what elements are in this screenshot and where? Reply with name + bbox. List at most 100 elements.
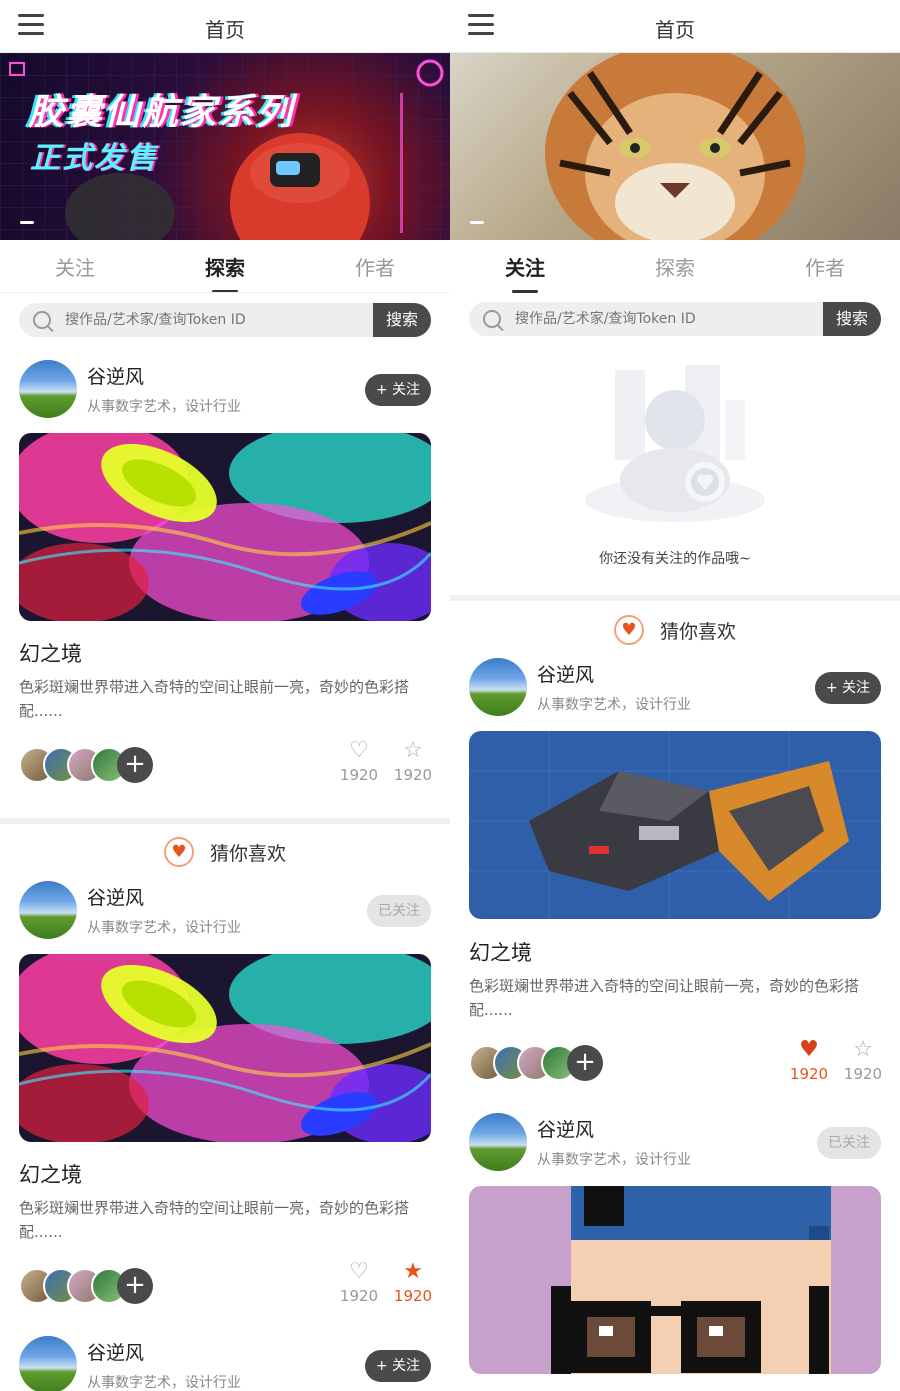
- tab-follow[interactable]: 关注: [450, 252, 600, 281]
- artwork-image[interactable]: [19, 433, 431, 621]
- artwork-image[interactable]: [469, 1186, 881, 1374]
- add-collector-button[interactable]: +: [117, 747, 153, 783]
- author-description: 从事数字艺术，设计行业: [87, 920, 241, 936]
- top-nav: 首页: [450, 0, 900, 53]
- tab-explore[interactable]: 探索: [600, 252, 750, 281]
- tab-bar: 关注 探索 作者: [0, 240, 450, 293]
- artwork-spaceship-image: [469, 731, 881, 919]
- author-name[interactable]: 谷逆风: [87, 362, 144, 389]
- favorite-stat[interactable]: ☆ 1920: [393, 738, 433, 785]
- author-row: 谷逆风 从事数字艺术，设计行业 已关注: [19, 881, 431, 941]
- followed-button[interactable]: 已关注: [367, 895, 431, 927]
- author-description: 从事数字艺术，设计行业: [87, 1375, 241, 1391]
- like-stat[interactable]: ♡ 1920: [339, 1259, 379, 1306]
- tab-authors[interactable]: 作者: [750, 252, 900, 281]
- carousel-indicator[interactable]: [20, 221, 34, 224]
- like-count: 1920: [339, 766, 379, 784]
- banner-carousel[interactable]: 胶囊仙航家系列 正式发售: [0, 53, 450, 240]
- artwork-title[interactable]: 幻之境: [469, 937, 532, 967]
- carousel-indicator[interactable]: [470, 221, 484, 224]
- artwork-description: 色彩斑斓世界带进入奇特的空间让眼前一亮，奇妙的色彩搭配......: [19, 1199, 410, 1241]
- author-row: 谷逆风 从事数字艺术，设计行业 + 关注: [19, 360, 431, 420]
- tab-authors[interactable]: 作者: [300, 252, 450, 281]
- tab-follow[interactable]: 关注: [0, 252, 150, 281]
- search-input[interactable]: [65, 303, 365, 337]
- avatar[interactable]: [19, 360, 77, 418]
- empty-state-text: 你还没有关注的作品哦~: [599, 551, 751, 567]
- like-stat[interactable]: ♡ 1920: [339, 740, 379, 785]
- avatar[interactable]: [19, 881, 77, 939]
- banner-headline: 胶囊仙航家系列: [28, 92, 295, 133]
- guess-you-like-label: 猜你喜欢: [659, 620, 736, 643]
- author-description: 从事数字艺术，设计行业: [537, 697, 691, 713]
- artwork-description: 色彩斑斓世界带进入奇特的空间让眼前一亮，奇妙的色彩搭配......: [19, 678, 410, 720]
- follow-screen: 首页 关注 探索 作者 搜索: [450, 0, 900, 1391]
- banner-subheadline: 正式发售: [30, 141, 158, 176]
- search-button[interactable]: 搜索: [823, 302, 881, 336]
- guess-you-like-header: ♥ 猜你喜欢: [450, 615, 900, 645]
- author-row: 谷逆风 从事数字艺术，设计行业 + 关注: [19, 1336, 431, 1391]
- section-divider: [0, 818, 450, 824]
- heart-outline-icon: ♡: [349, 1259, 369, 1284]
- page-title: 首页: [205, 18, 245, 42]
- heart-icon: ♥: [163, 837, 194, 867]
- author-name[interactable]: 谷逆风: [87, 883, 144, 910]
- artwork-image[interactable]: [19, 954, 431, 1142]
- avatar[interactable]: [469, 658, 527, 716]
- star-outline-icon: ☆: [403, 738, 423, 763]
- follow-button[interactable]: + 关注: [364, 374, 431, 406]
- star-outline-icon: ☆: [853, 1037, 873, 1062]
- avatar[interactable]: [19, 1336, 77, 1391]
- artwork-psychedelic-image: [19, 954, 431, 1142]
- tab-explore[interactable]: 探索: [150, 252, 300, 281]
- tab-bar: 关注 探索 作者: [450, 240, 900, 293]
- like-count: 1920: [789, 1065, 829, 1083]
- author-name[interactable]: 谷逆风: [87, 1338, 144, 1365]
- page-title: 首页: [655, 18, 695, 42]
- like-count: 1920: [339, 1287, 379, 1305]
- collector-avatars: +: [19, 747, 159, 783]
- favorite-stat[interactable]: ★ 1920: [393, 1259, 433, 1306]
- author-name[interactable]: 谷逆风: [537, 1115, 594, 1142]
- heart-icon: ♥: [613, 615, 644, 645]
- author-row: 谷逆风 从事数字艺术，设计行业 + 关注: [469, 658, 881, 718]
- follow-button[interactable]: + 关注: [814, 672, 881, 704]
- collector-avatars: +: [469, 1045, 609, 1081]
- search-icon: [483, 310, 501, 328]
- favorite-count: 1920: [843, 1065, 883, 1083]
- author-description: 从事数字艺术，设计行业: [537, 1152, 691, 1168]
- favorite-count: 1920: [393, 766, 433, 784]
- like-stat[interactable]: ♥ 1920: [789, 1037, 829, 1084]
- guess-you-like-header: ♥ 猜你喜欢: [0, 837, 450, 867]
- search-button[interactable]: 搜索: [373, 303, 431, 337]
- author-name[interactable]: 谷逆风: [537, 660, 594, 687]
- follow-button[interactable]: + 关注: [364, 1350, 431, 1382]
- author-row: 谷逆风 从事数字艺术，设计行业 已关注: [469, 1113, 881, 1173]
- author-description: 从事数字艺术，设计行业: [87, 399, 241, 415]
- artwork-image[interactable]: [469, 731, 881, 919]
- artwork-title[interactable]: 幻之境: [19, 638, 82, 668]
- search-icon: [33, 311, 51, 329]
- search-bar: 搜索: [19, 303, 431, 337]
- tiger-painting-image: [545, 53, 805, 240]
- star-filled-icon: ★: [403, 1259, 423, 1284]
- favorite-stat[interactable]: ☆ 1920: [843, 1037, 883, 1084]
- guess-you-like-label: 猜你喜欢: [209, 842, 286, 865]
- explore-screen: 首页 胶囊仙航家系列 正式发售 关注 探索 作者 搜作品/艺术家/查询Token…: [0, 0, 450, 1391]
- followed-button[interactable]: 已关注: [817, 1127, 881, 1159]
- tab-active-indicator: [512, 290, 538, 293]
- artwork-description: 色彩斑斓世界带进入奇特的空间让眼前一亮，奇妙的色彩搭配......: [469, 977, 860, 1019]
- top-nav: 首页: [0, 0, 450, 53]
- favorite-count: 1920: [393, 1287, 433, 1305]
- artwork-title[interactable]: 幻之境: [19, 1159, 82, 1189]
- avatar[interactable]: [469, 1113, 527, 1171]
- search-bar: 搜索: [469, 302, 881, 336]
- collector-avatars: +: [19, 1268, 159, 1304]
- add-collector-button[interactable]: +: [117, 1268, 153, 1304]
- section-divider: [450, 595, 900, 601]
- add-collector-button[interactable]: +: [567, 1045, 603, 1081]
- artwork-psychedelic-image: [19, 433, 431, 621]
- search-input[interactable]: [515, 302, 815, 336]
- banner-carousel[interactable]: [450, 53, 900, 240]
- heart-filled-icon: ♥: [799, 1037, 819, 1062]
